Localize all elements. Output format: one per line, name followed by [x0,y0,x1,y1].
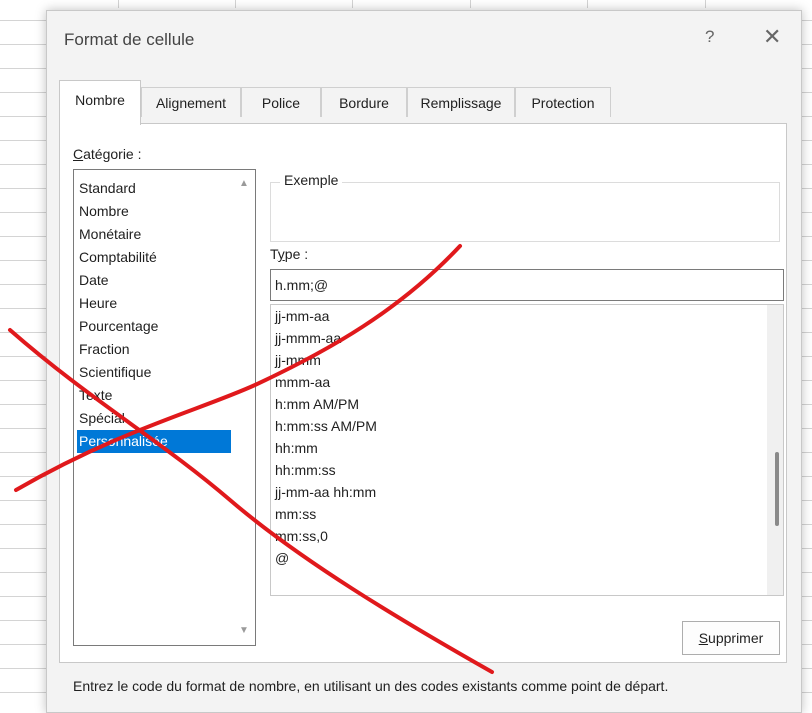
format-item[interactable]: mm:ss [275,503,316,526]
category-item-nombre[interactable]: Nombre [77,200,231,223]
row-gridline [0,500,46,501]
number-tab-panel: Catégorie : Standard Nombre Monétaire Co… [59,123,787,663]
type-label: Type : [270,246,309,262]
scroll-up-arrow-icon[interactable]: ▲ [237,178,251,189]
row-gridline [0,692,46,693]
example-group [270,182,780,242]
row-gridline [0,260,46,261]
format-item[interactable]: jj-mmm [275,349,321,372]
row-gridline [0,116,46,117]
category-list[interactable]: Standard Nombre Monétaire Comptabilité D… [73,169,256,646]
example-label: Exemple [280,172,343,188]
format-list-scroll-thumb[interactable] [775,452,779,526]
row-gridline [0,572,46,573]
format-code-list[interactable]: jj-mm-aa jj-mmm-aa jj-mmm mmm-aa h:mm AM… [270,304,784,596]
format-item[interactable]: jj-mmm-aa [275,327,341,350]
help-button[interactable]: ? [705,27,714,47]
format-hint-text: Entrez le code du format de nombre, en u… [73,678,669,694]
category-item-special[interactable]: Spécial [77,407,231,430]
category-item-fraction[interactable]: Fraction [77,338,231,361]
category-item-pourcentage[interactable]: Pourcentage [77,315,231,338]
delete-button[interactable]: Supprimer [682,621,780,655]
row-gridline [0,644,46,645]
category-label: Catégorie : [73,146,142,162]
row-gridline [0,524,46,525]
row-gridline [0,332,46,333]
row-gridline [0,92,46,93]
row-gridline [0,68,46,69]
format-item[interactable]: @ [275,547,289,570]
category-item-scientifique[interactable]: Scientifique [77,361,231,384]
row-gridline [0,476,46,477]
row-gridline [0,428,46,429]
row-gridline [0,188,46,189]
format-cells-dialog: Format de cellule ? ✕ Nombre Alignement … [46,10,802,713]
dialog-title: Format de cellule [64,30,195,49]
row-gridline [0,452,46,453]
category-item-comptabilite[interactable]: Comptabilité [77,246,231,269]
format-item[interactable]: hh:mm [275,437,318,460]
tab-bordure[interactable]: Bordure [321,87,407,117]
tab-police[interactable]: Police [241,87,321,117]
row-gridline [0,140,46,141]
row-gridline [0,284,46,285]
format-item[interactable]: mm:ss,0 [275,525,328,548]
format-item[interactable]: jj-mm-aa [275,305,329,328]
row-gridline [0,20,46,21]
format-item[interactable]: jj-mm-aa hh:mm [275,481,376,504]
row-gridline [0,164,46,165]
category-item-texte[interactable]: Texte [77,384,231,407]
category-item-heure[interactable]: Heure [77,292,231,315]
column-gridlines [0,0,812,8]
row-gridline [0,356,46,357]
format-item[interactable]: hh:mm:ss [275,459,336,482]
row-gridline [0,44,46,45]
category-item-monetaire[interactable]: Monétaire [77,223,231,246]
category-item-date[interactable]: Date [77,269,231,292]
row-gridline [0,236,46,237]
row-gridline [0,380,46,381]
row-gridline [0,548,46,549]
row-gridline [0,620,46,621]
tab-remplissage[interactable]: Remplissage [407,87,515,117]
category-item-personnalisee[interactable]: Personnalisée [77,430,231,453]
format-list-scrollbar[interactable] [767,305,783,595]
format-item[interactable]: mmm-aa [275,371,330,394]
close-button[interactable]: ✕ [763,24,781,50]
row-gridline [0,596,46,597]
tab-nombre[interactable]: Nombre [59,80,141,125]
row-gridline [0,668,46,669]
type-input[interactable]: h.mm;@ [270,269,784,301]
row-gridline [0,308,46,309]
format-item[interactable]: h:mm AM/PM [275,393,359,416]
dialog-titlebar: Format de cellule ? ✕ [47,11,801,67]
tab-alignement[interactable]: Alignement [141,87,241,117]
format-item[interactable]: h:mm:ss AM/PM [275,415,377,438]
row-gridline [0,212,46,213]
row-gridline [0,404,46,405]
tab-protection[interactable]: Protection [515,87,611,117]
scroll-down-arrow-icon[interactable]: ▼ [237,625,251,636]
category-item-standard[interactable]: Standard [77,177,231,200]
